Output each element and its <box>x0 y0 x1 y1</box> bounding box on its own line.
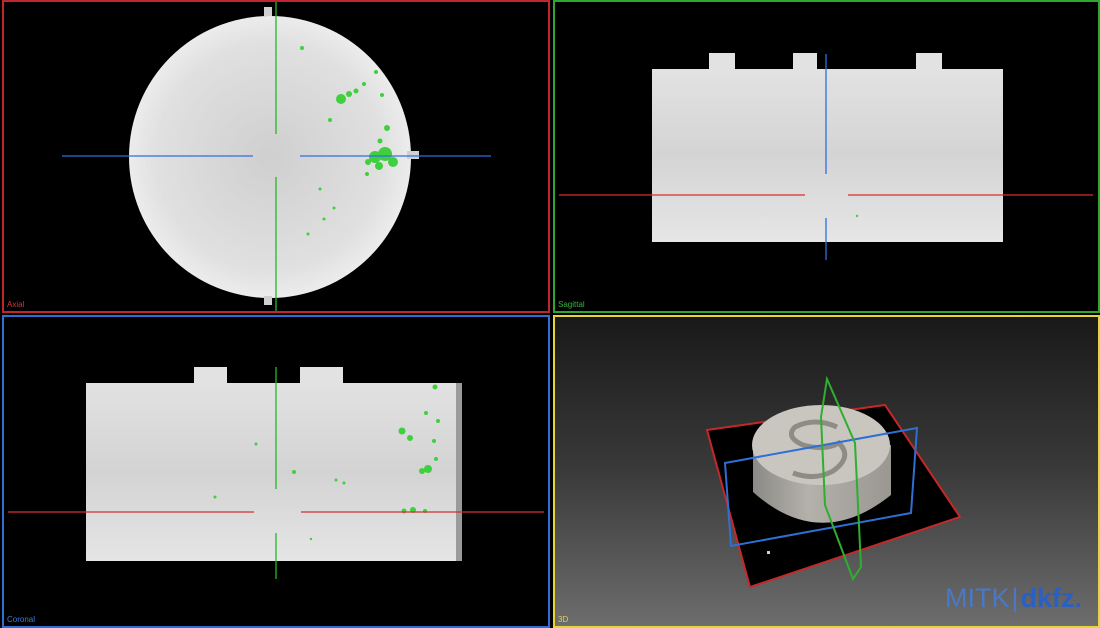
coronal-view[interactable]: Coronal <box>2 315 550 628</box>
axial-view-label: Axial <box>7 300 25 309</box>
render-3d-view-label: 3D <box>558 615 569 624</box>
axial-image <box>62 2 491 311</box>
sagittal-view-label: Sagittal <box>558 300 585 309</box>
axial-view[interactable]: Axial <box>2 0 550 313</box>
mitk-dkfz-logo: MITK|dkfz. <box>944 583 1082 613</box>
sagittal-phantom-slice <box>652 69 1003 242</box>
coronal-view-label: Coronal <box>7 615 36 624</box>
render-3d-view[interactable]: 3D MITK|dkfz. <box>553 315 1100 628</box>
axial-phantom-slice <box>129 16 411 298</box>
render-3d-scene <box>705 375 962 589</box>
sagittal-view[interactable]: Sagittal <box>553 0 1100 313</box>
coronal-phantom-slice <box>86 383 458 561</box>
sagittal-image <box>559 53 1093 260</box>
coronal-image <box>8 367 544 579</box>
